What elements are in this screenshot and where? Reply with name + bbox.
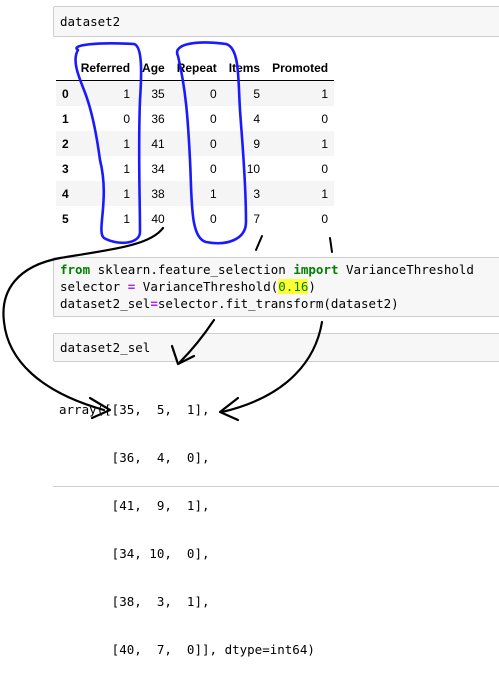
items-arrow-top <box>255 235 263 251</box>
table-row: 1 0 36 0 4 0 <box>56 106 334 131</box>
code-cell-variance-threshold[interactable]: from sklearn.feature_selection import Va… <box>53 257 499 317</box>
column-header-promoted: Promoted <box>266 56 335 81</box>
table-cell: 5 <box>253 86 261 101</box>
column-header-repeat: Repeat <box>170 56 223 81</box>
code-text: dataset2_sel <box>60 296 151 311</box>
output-line: [40, 7, 0]], dtype=int64) <box>59 642 315 657</box>
code-cell-dataset2-sel[interactable]: dataset2_sel <box>53 333 499 362</box>
table-cell: 1 <box>123 86 131 101</box>
row-index: 2 <box>62 136 69 151</box>
row-index: 3 <box>62 161 69 176</box>
column-header-items: Items <box>222 56 267 81</box>
table-cell: 1 <box>321 136 329 151</box>
row-index: 1 <box>62 111 69 126</box>
table-cell: 1 <box>321 186 329 201</box>
code-line-3: dataset2_sel=selector.fit_transform(data… <box>60 296 399 312</box>
table-cell: 7 <box>253 211 261 226</box>
index-header <box>56 56 75 81</box>
array-output: array([[35, 5, 1], [36, 4, 0], [41, 9, 1… <box>59 370 315 674</box>
code-text: dataset2 <box>60 14 121 29</box>
table-cell: 0 <box>210 86 217 101</box>
output-line: [36, 4, 0], <box>59 450 210 465</box>
table-cell: 10 <box>246 161 261 176</box>
code-text: selector.fit_transform(dataset2) <box>157 296 399 311</box>
table-cell: 0 <box>210 211 217 226</box>
table-cell: 1 <box>210 186 217 201</box>
code-cell-dataset2[interactable]: dataset2 <box>53 6 499 37</box>
threshold-value-highlight: 0.16 <box>278 279 309 294</box>
table-header-row: Referred Age Repeat Items Promoted <box>56 56 335 81</box>
row-index: 4 <box>62 186 69 201</box>
row-index: 0 <box>62 86 69 101</box>
table-row: 0 1 35 0 5 1 <box>56 80 335 106</box>
table-cell: 0 <box>321 211 329 226</box>
keyword-from: from <box>60 262 91 277</box>
code-text: selector <box>60 279 128 294</box>
table-row: 5 1 40 0 7 0 <box>56 206 334 231</box>
output-line: array([[35, 5, 1], <box>59 402 210 417</box>
output-line: [38, 3, 1], <box>59 594 210 609</box>
table-cell: 0 <box>210 111 217 126</box>
table-cell: 40 <box>151 211 165 226</box>
output-line: [41, 9, 1], <box>59 498 210 513</box>
table-cell: 4 <box>253 111 261 126</box>
module-name: sklearn.feature_selection <box>90 262 294 277</box>
table-cell: 1 <box>123 161 131 176</box>
table-row: 4 1 38 1 3 1 <box>56 181 335 206</box>
dataframe-table: Referred Age Repeat Items Promoted 0 1 3… <box>56 56 335 231</box>
column-header-referred: Referred <box>74 56 137 81</box>
table-row: 3 1 34 0 10 0 <box>56 156 334 181</box>
table-cell: 0 <box>321 161 329 176</box>
table-cell: 41 <box>151 136 165 151</box>
code-line-1: from sklearn.feature_selection import Va… <box>60 262 474 278</box>
table-cell: 0 <box>210 161 217 176</box>
code-text: dataset2_sel <box>60 340 151 355</box>
assign-operator: = <box>150 296 158 311</box>
table-cell: 1 <box>123 211 131 226</box>
table-row: 2 1 41 0 9 1 <box>56 131 335 156</box>
promoted-arrow-top <box>329 237 333 253</box>
table-cell: 0 <box>321 111 329 126</box>
table-cell: 3 <box>253 186 261 201</box>
table-cell: 35 <box>151 86 165 101</box>
code-text: VarianceThreshold( <box>135 279 279 294</box>
table-cell: 1 <box>123 136 131 151</box>
column-header-age: Age <box>136 56 171 81</box>
table-cell: 1 <box>321 86 329 101</box>
keyword-import: import <box>293 262 339 277</box>
output-line: [34, 10, 0], <box>59 546 210 561</box>
table-cell: 34 <box>151 161 165 176</box>
code-line-2: selector = VarianceThreshold(0.16) <box>60 279 316 295</box>
table-cell: 1 <box>123 186 131 201</box>
row-index: 5 <box>62 211 69 226</box>
table-cell: 0 <box>123 111 131 126</box>
table-cell: 0 <box>210 136 217 151</box>
import-name: VarianceThreshold <box>338 262 474 277</box>
code-text: ) <box>308 279 316 294</box>
next-cell-edge <box>53 486 499 491</box>
table-cell: 36 <box>151 111 165 126</box>
table-cell: 38 <box>151 186 165 201</box>
table-cell: 9 <box>253 136 261 151</box>
